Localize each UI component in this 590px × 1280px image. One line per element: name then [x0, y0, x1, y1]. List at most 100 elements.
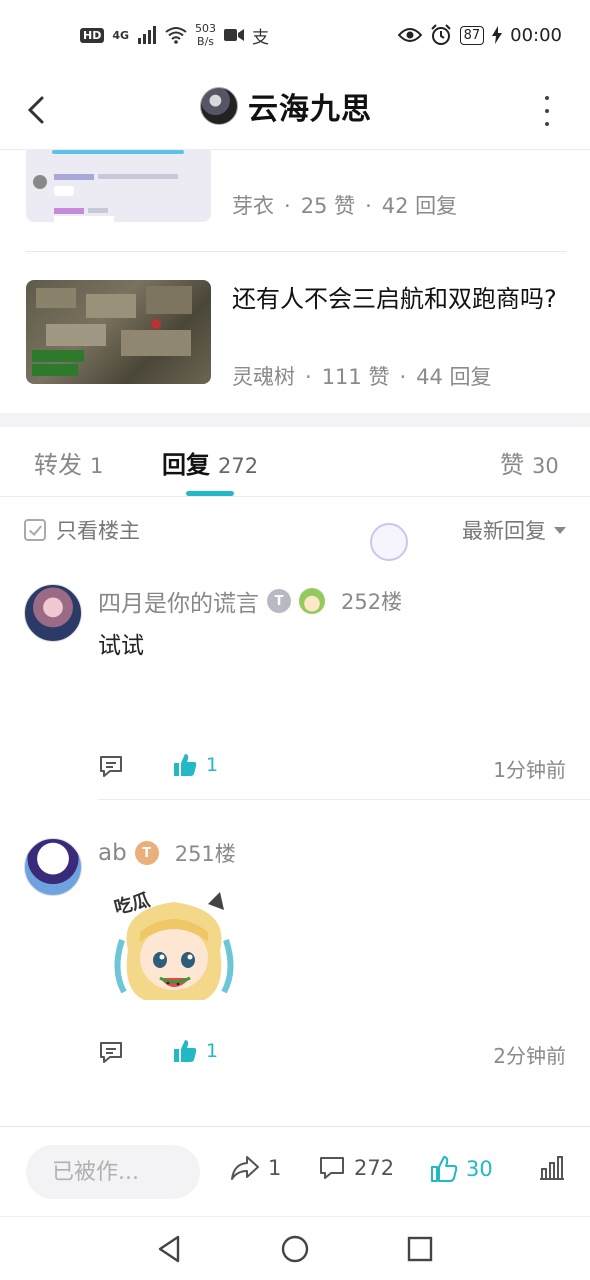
tab-reposts[interactable]: 转发 1 [34, 445, 103, 480]
caret-down-icon [554, 526, 566, 534]
comment-item: 四月是你的谎言 T 252楼 试试 1 1分钟前 [0, 584, 590, 800]
comment-text: 试试 [98, 633, 144, 659]
alipay-icon: 支 [252, 27, 270, 48]
reply-input[interactable] [26, 1145, 200, 1199]
sort-dropdown[interactable]: 最新回复 [462, 515, 566, 545]
more-menu-button[interactable] [542, 96, 552, 126]
thumbs-up-outline-icon [431, 1156, 458, 1182]
related-post-thumbnail [26, 280, 211, 384]
comment-actions: 1 2分钟前 [98, 1040, 566, 1070]
sticker-image[interactable]: 吃瓜 [108, 880, 240, 1012]
floor-number: 251楼 [174, 842, 236, 866]
meta-separator: · [365, 194, 372, 218]
tab-count: 30 [532, 454, 559, 478]
related-post-thumbnail [26, 150, 211, 222]
like-count: 1 [206, 1040, 219, 1062]
battery-level: 87 [459, 25, 485, 45]
chevron-left-icon [27, 96, 44, 124]
channel-title[interactable]: 云海九思 [200, 84, 372, 128]
bar-chart-icon [540, 1156, 564, 1180]
sort-label: 最新回复 [462, 519, 546, 543]
nav-recents-icon[interactable] [402, 1231, 438, 1267]
stats-button[interactable] [538, 1155, 566, 1181]
only-op-toggle[interactable]: 只看楼主 [24, 515, 140, 545]
only-op-label: 只看楼主 [56, 519, 140, 543]
net-speed-value: 503 [195, 22, 217, 35]
related-post[interactable]: 芽衣 · 25 赞 · 42 回复 [26, 150, 566, 252]
username[interactable]: 四月是你的谎言 [98, 584, 259, 618]
tab-replies[interactable]: 回复 272 [162, 445, 258, 480]
alarm-icon [430, 24, 451, 45]
net-speed: 503 B/s [195, 22, 216, 48]
tab-bar: 转发 1 回复 272 赞 30 [0, 427, 590, 497]
like-button[interactable]: 30 [430, 1155, 493, 1183]
related-post[interactable]: 还有人不会三启航和双跑商吗? 灵魂树 · 111 赞 · 44 回复 [26, 253, 566, 413]
share-count: 1 [268, 1156, 282, 1180]
related-post-meta: 芽衣 · 25 赞 · 42 回复 [232, 190, 457, 220]
comment-header: ab T 251楼 [98, 838, 236, 868]
channel-avatar [200, 87, 238, 125]
comment-icon [320, 1157, 344, 1179]
video-icon [224, 29, 245, 41]
level-badge-icon: T [267, 589, 291, 613]
level-badge-icon: T [134, 841, 159, 865]
decoration-badge-icon [299, 588, 325, 614]
tab-label: 转发 [34, 451, 82, 479]
back-button[interactable] [24, 92, 54, 128]
more-dot-icon [545, 122, 549, 126]
related-post-likes: 25 赞 [300, 194, 356, 218]
charging-icon [492, 26, 503, 44]
share-icon [231, 1156, 259, 1180]
related-post-author: 灵魂树 [232, 365, 295, 389]
bottom-action-bar: 1 272 30 [0, 1126, 590, 1216]
related-post-replies: 44 回复 [416, 365, 492, 389]
avatar[interactable] [24, 838, 82, 896]
like-count-total: 30 [466, 1157, 493, 1181]
reply-filter-bar: 只看楼主 最新回复 [0, 497, 590, 561]
meta-separator: · [305, 365, 312, 389]
hd-badge: HD [80, 27, 105, 43]
thumbs-up-icon[interactable] [172, 752, 198, 778]
thumbs-up-icon[interactable] [172, 1038, 198, 1064]
comment-actions: 1 1分钟前 [98, 754, 566, 784]
comment-item: ab T 251楼 吃瓜 1 2分钟前 [0, 838, 590, 1078]
related-post-title: 还有人不会三启航和双跑商吗? [232, 285, 557, 313]
tab-count: 272 [218, 454, 259, 478]
meta-separator: · [284, 194, 291, 218]
share-button[interactable]: 1 [230, 1155, 281, 1181]
loading-spinner-icon [370, 523, 408, 561]
timestamp: 1分钟前 [493, 758, 566, 782]
active-tab-indicator [186, 491, 234, 496]
checkbox-icon [24, 519, 46, 541]
comment-divider [98, 799, 590, 800]
reply-icon[interactable] [98, 754, 124, 778]
reply-count: 272 [354, 1156, 395, 1180]
meta-separator: · [399, 365, 407, 389]
more-dot-icon [545, 109, 549, 113]
clock: 00:00 [510, 24, 562, 46]
avatar[interactable] [24, 584, 82, 642]
username[interactable]: ab [98, 840, 127, 866]
nav-back-icon[interactable] [152, 1231, 188, 1267]
nav-home-icon[interactable] [277, 1231, 313, 1267]
reply-icon[interactable] [98, 1040, 124, 1064]
signal-icon [138, 26, 157, 44]
melon-eating-sticker-icon: 吃瓜 [112, 889, 234, 1000]
top-app-bar: 云海九思 [0, 72, 590, 150]
chat-screenshot-image [33, 150, 184, 222]
floor-number: 252楼 [341, 590, 403, 614]
network-label: 4G [112, 28, 130, 42]
like-count: 1 [206, 754, 219, 776]
more-dot-icon [545, 96, 549, 100]
net-speed-unit: B/s [197, 35, 215, 48]
comment-button[interactable]: 272 [318, 1155, 394, 1181]
game-map-image [32, 286, 192, 376]
comment-header: 四月是你的谎言 T 252楼 [98, 584, 402, 618]
tab-label: 赞 [500, 451, 524, 479]
tab-likes[interactable]: 赞 30 [500, 445, 559, 480]
tab-label: 回复 [162, 451, 210, 479]
section-divider [0, 413, 590, 427]
status-bar: HD 4G 503 B/s 支 87 00:00 [0, 0, 590, 72]
related-post-likes: 111 赞 [321, 365, 390, 389]
related-post-author: 芽衣 [232, 194, 274, 218]
